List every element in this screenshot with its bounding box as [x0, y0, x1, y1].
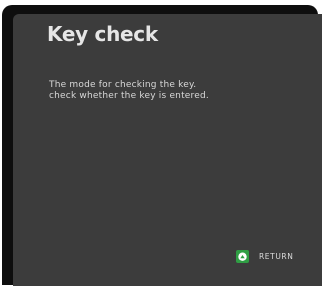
return-button[interactable]: RETURN	[236, 249, 293, 263]
return-label: RETURN	[259, 251, 294, 261]
description-text: The mode for checking the key. check whe…	[49, 80, 209, 102]
key-check-screen	[13, 14, 322, 286]
return-icon	[236, 249, 249, 263]
description-line: The mode for checking the key.	[49, 80, 197, 90]
page-title: Key check	[47, 22, 158, 46]
description-line: check whether the key is entered.	[49, 91, 209, 101]
